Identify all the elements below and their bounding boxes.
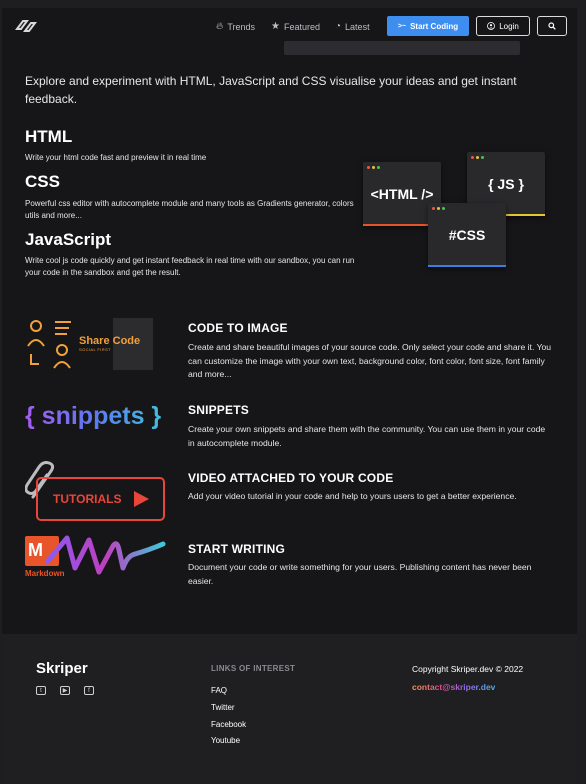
window-dots <box>367 166 380 169</box>
intro-text: Explore and experiment with HTML, JavaSc… <box>25 74 517 106</box>
css-card-label: #CSS <box>448 227 486 243</box>
search-icon <box>548 22 556 30</box>
snippets-image: { snippets } <box>25 402 170 438</box>
css-heading: CSS <box>25 172 60 191</box>
nav-trends[interactable]: 🔥︎ Trends <box>216 21 255 32</box>
share-code-text: Share Code <box>79 335 141 347</box>
footer <box>2 634 577 784</box>
skriper-logo-icon[interactable] <box>14 17 38 35</box>
play-icon <box>134 491 149 507</box>
javascript-description: Write cool js code quickly and get insta… <box>25 256 355 277</box>
start-writing-desc: Document your code or write something fo… <box>188 562 532 586</box>
footer-brand: Skriper <box>36 660 88 677</box>
nav-latest-label: Latest <box>345 21 370 32</box>
css-description: Powerful css editor with autocomplete mo… <box>25 199 354 220</box>
share-code-subtext: SOCIAL FIRST <box>79 347 111 352</box>
footer-link-facebook[interactable]: Facebook <box>211 720 246 729</box>
snippets-desc: Create your own snippets and share them … <box>188 424 546 448</box>
footer-copyright: Copyright Skriper.dev © 2022 <box>412 664 524 674</box>
tutorials-text: TUTORIALS <box>53 492 122 506</box>
markdown-label: Markdown <box>25 569 65 578</box>
search-button[interactable] <box>537 16 567 36</box>
nav-featured[interactable]: ★ Featured <box>271 21 320 32</box>
footer-link-twitter[interactable]: Twitter <box>211 703 235 712</box>
star-icon: ★ <box>271 21 280 32</box>
css-card: #CSS <box>428 203 506 267</box>
markdown-m-glyph: M <box>28 540 43 560</box>
window-dots <box>471 156 484 159</box>
code-to-image-desc: Create and share beautiful images of you… <box>188 342 552 379</box>
start-writing-title: START WRITING <box>188 542 286 556</box>
twitter-icon[interactable]: t <box>36 686 46 695</box>
html-heading: HTML <box>25 127 73 146</box>
html-description: Write your html code fast and preview it… <box>25 153 207 162</box>
start-coding-button[interactable]: >~ Start Coding <box>387 16 469 36</box>
js-card-label: { JS } <box>488 176 524 192</box>
snippets-title: SNIPPETS <box>188 403 249 417</box>
nav-trends-label: Trends <box>227 21 256 32</box>
login-label: Login <box>499 21 519 31</box>
footer-email-link[interactable]: contact@skriper.dev <box>412 682 495 692</box>
user-icon <box>487 22 496 30</box>
video-desc: Add your video tutorial in your code and… <box>188 491 517 501</box>
share-people-icon <box>27 320 71 369</box>
tutorials-image: TUTORIALS <box>25 461 170 523</box>
css-card-bar <box>428 265 506 267</box>
footer-links-heading: LINKS OF INTEREST <box>211 664 296 673</box>
facebook-icon[interactable]: f <box>84 686 94 695</box>
nav-latest[interactable]: ◔ Latest <box>335 21 370 32</box>
snippets-logo-text: { snippets } <box>25 402 170 431</box>
nav-featured-label: Featured <box>283 21 320 32</box>
search-bar[interactable] <box>284 41 520 55</box>
fire-icon: 🔥︎ <box>216 21 224 32</box>
html-card-label: <HTML /> <box>370 186 434 202</box>
code-icon: >~ <box>397 22 407 30</box>
start-coding-label: Start Coding <box>410 21 459 31</box>
javascript-heading: JavaScript <box>25 230 111 249</box>
video-title: VIDEO ATTACHED TO YOUR CODE <box>188 471 394 485</box>
markdown-image: M Markdown <box>25 532 170 584</box>
login-button[interactable]: Login <box>476 16 530 36</box>
window-dots <box>432 207 445 210</box>
share-code-image: Share Code SOCIAL FIRST <box>25 318 170 370</box>
clock-icon: ◔ <box>335 21 342 32</box>
code-to-image-title: CODE TO IMAGE <box>188 321 288 335</box>
footer-link-faq[interactable]: FAQ <box>211 686 227 695</box>
youtube-icon[interactable]: ▶ <box>60 686 70 695</box>
footer-link-youtube[interactable]: Youtube <box>211 736 240 745</box>
